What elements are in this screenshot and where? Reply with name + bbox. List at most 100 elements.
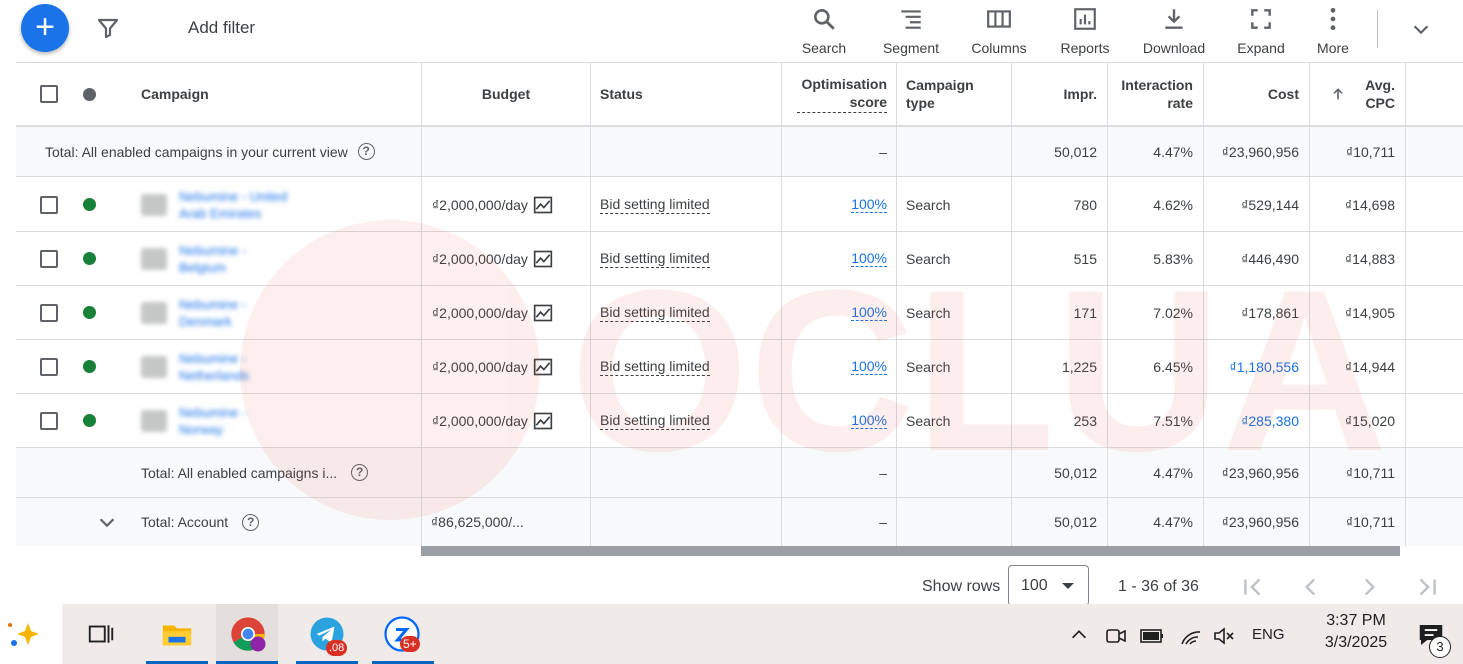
campaign-name-link[interactable]: Nebumine - Netherlands: [179, 350, 249, 384]
filter-icon[interactable]: [96, 16, 120, 40]
chevron-down-icon[interactable]: [1410, 18, 1432, 40]
budget-chart-icon[interactable]: [533, 249, 553, 269]
reports-button[interactable]: Reports: [1056, 4, 1114, 58]
opt-score-cell[interactable]: 100%: [781, 286, 897, 339]
file-explorer-app[interactable]: [146, 604, 208, 664]
budget-chart-icon[interactable]: [533, 411, 553, 431]
more-button[interactable]: More: [1312, 4, 1354, 58]
row-select-cell: [30, 286, 68, 339]
budget-cell[interactable]: ₫2,000,000/day: [422, 178, 563, 231]
task-view-button[interactable]: [70, 604, 132, 664]
opt-score-value: 100%: [851, 196, 887, 213]
budget-chart-icon[interactable]: [533, 195, 553, 215]
header-opt-score[interactable]: Optimisation score: [781, 63, 897, 125]
chrome-app[interactable]: [216, 604, 278, 664]
status-cell[interactable]: Bid setting limited: [590, 232, 720, 285]
wifi-icon[interactable]: [1179, 624, 1203, 648]
enabled-status-dot[interactable]: [83, 306, 96, 319]
clock[interactable]: 3:37 PM 3/3/2025: [1306, 610, 1406, 654]
help-icon[interactable]: ?: [242, 513, 260, 531]
impr-cell: 253: [1073, 412, 1097, 429]
row-checkbox[interactable]: [40, 195, 58, 214]
first-page-icon[interactable]: [1240, 574, 1266, 600]
row-checkbox[interactable]: [40, 411, 58, 430]
chevron-down-icon[interactable]: [96, 511, 118, 533]
enabled-status-dot[interactable]: [83, 252, 96, 265]
row-checkbox[interactable]: [40, 249, 58, 268]
help-icon[interactable]: ?: [357, 143, 375, 160]
status-cell[interactable]: Bid setting limited: [590, 286, 720, 339]
zalo-app[interactable]: 5+: [372, 604, 434, 664]
budget-cell[interactable]: ₫2,000,000/day: [422, 394, 563, 447]
search-button[interactable]: Search: [798, 4, 850, 58]
status-filter-dot[interactable]: [83, 87, 96, 101]
segment-button[interactable]: Segment: [878, 4, 944, 58]
opt-score-cell[interactable]: 100%: [781, 232, 897, 285]
select-all-checkbox[interactable]: [40, 85, 58, 103]
opt-score-cell[interactable]: 100%: [781, 394, 897, 447]
opt-score-cell[interactable]: 100%: [781, 340, 897, 393]
cost-cell[interactable]: ₫1,180,556: [1203, 340, 1309, 393]
battery-icon[interactable]: [1139, 624, 1165, 648]
total-account-budget: ₫86,625,000/...: [431, 514, 524, 530]
total-rate: 4.47%: [1153, 464, 1193, 481]
expand-account-cell: [86, 498, 128, 546]
header-budget[interactable]: Budget: [421, 63, 591, 125]
budget-chart-icon[interactable]: [533, 357, 553, 377]
telegram-app[interactable]: .08: [296, 604, 358, 664]
total-cost: ₫23,960,956: [1221, 464, 1299, 481]
header-interaction-rate[interactable]: Interaction rate: [1107, 63, 1203, 125]
campaign-type-icon: [141, 247, 167, 270]
rows-per-page-select[interactable]: 100: [1008, 565, 1089, 606]
total-impr: 50,012: [1054, 143, 1097, 160]
opt-score-value: 100%: [851, 250, 887, 267]
opt-score-label: Optimisation score: [797, 75, 887, 113]
status-cell[interactable]: Bid setting limited: [590, 340, 720, 393]
next-page-icon[interactable]: [1356, 574, 1382, 600]
campaign-name-link[interactable]: Nebumine - United Arab Emirates: [179, 188, 287, 222]
expand-button-label: Expand: [1237, 40, 1285, 56]
help-icon[interactable]: ?: [351, 464, 369, 481]
campaign-name-link[interactable]: Nebumine - Denmark: [179, 296, 246, 330]
columns-button[interactable]: Columns: [968, 4, 1030, 58]
camera-icon[interactable]: [1104, 624, 1128, 648]
volume-muted-icon[interactable]: [1212, 624, 1236, 648]
horizontal-scrollbar[interactable]: [421, 546, 1400, 556]
cost-cell[interactable]: ₫285,380: [1203, 394, 1309, 447]
opt-score-cell[interactable]: 100%: [781, 178, 897, 231]
status-cell[interactable]: Bid setting limited: [590, 178, 720, 231]
header-avg-cpc[interactable]: Avg. CPC: [1330, 63, 1405, 125]
folder-icon: [162, 625, 192, 646]
header-campaign-type[interactable]: Campaign type: [896, 63, 986, 125]
expand-button[interactable]: Expand: [1232, 4, 1290, 58]
add-filter-button[interactable]: Add filter: [188, 18, 255, 38]
create-button[interactable]: +: [21, 4, 69, 52]
budget-cell[interactable]: ₫2,000,000/day: [422, 286, 563, 339]
budget-cell[interactable]: ₫2,000,000/day: [422, 232, 563, 285]
campaign-name-link[interactable]: Nebumine - Norway: [179, 404, 246, 438]
budget-cell[interactable]: ₫2,000,000/day: [422, 340, 563, 393]
campaign-name-link[interactable]: Nebumine - Belgium: [179, 242, 246, 276]
row-checkbox[interactable]: [40, 303, 58, 322]
campaign-name-cell: Nebumine - Belgium: [131, 232, 256, 285]
language-indicator[interactable]: ENG: [1252, 626, 1285, 643]
row-checkbox[interactable]: [40, 357, 58, 376]
header-cost[interactable]: Cost: [1203, 63, 1309, 125]
header-campaign[interactable]: Campaign: [131, 63, 219, 125]
enabled-status-dot[interactable]: [83, 198, 96, 211]
campaign-name-line1: Nebumine - United: [179, 188, 288, 204]
previous-page-icon[interactable]: [1298, 574, 1324, 600]
copilot-button[interactable]: [0, 604, 62, 664]
budget-chart-icon[interactable]: [533, 303, 553, 323]
chevron-up-icon[interactable]: [1068, 624, 1090, 646]
download-button[interactable]: Download: [1138, 4, 1210, 58]
header-impr[interactable]: Impr.: [1011, 63, 1107, 125]
last-page-icon[interactable]: [1414, 574, 1440, 600]
enabled-status-dot[interactable]: [83, 414, 96, 427]
status-text: Bid setting limited: [600, 195, 710, 214]
campaign-name-cell: Nebumine - Norway: [131, 394, 256, 447]
row-select-cell: [30, 394, 68, 447]
enabled-status-dot[interactable]: [83, 360, 96, 373]
status-cell[interactable]: Bid setting limited: [590, 394, 720, 447]
header-status[interactable]: Status: [590, 63, 653, 125]
